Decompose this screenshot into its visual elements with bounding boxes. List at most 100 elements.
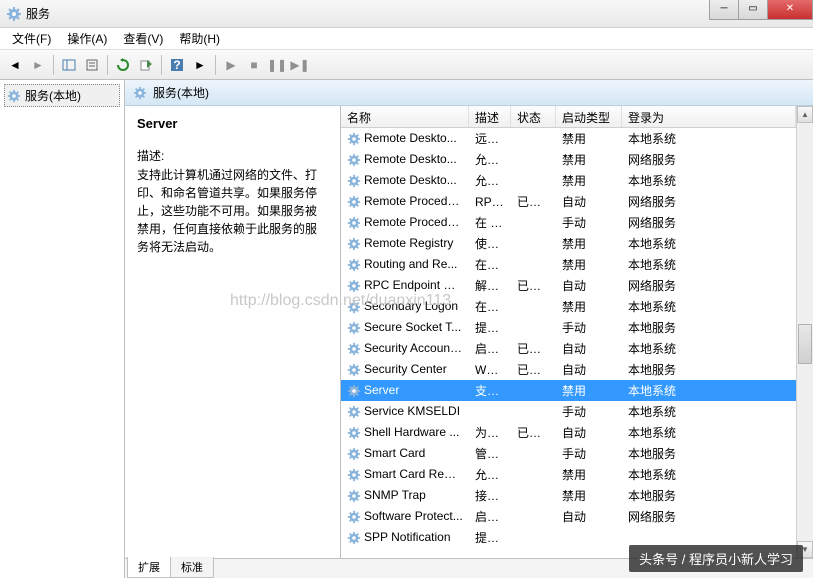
- window-title: 服务: [26, 5, 50, 22]
- menu-bar: 文件(F) 操作(A) 查看(V) 帮助(H): [0, 28, 813, 50]
- service-row[interactable]: Remote Deskto...允许...禁用本地系统: [341, 170, 796, 191]
- gear-icon: [347, 405, 361, 419]
- restart-button[interactable]: ▶❚: [289, 54, 311, 76]
- help-arrow-button[interactable]: ►: [189, 54, 211, 76]
- pause-button[interactable]: ❚❚: [266, 54, 288, 76]
- minimize-button[interactable]: ─: [709, 0, 739, 20]
- gear-icon: [347, 510, 361, 524]
- column-description[interactable]: 描述: [469, 106, 511, 127]
- service-desc: 提供...: [469, 319, 511, 336]
- column-status[interactable]: 状态: [511, 106, 556, 127]
- service-row[interactable]: Remote Deskto...远程...禁用本地系统: [341, 128, 796, 149]
- column-startup[interactable]: 启动类型: [556, 106, 622, 127]
- service-status: 已启动: [511, 424, 556, 441]
- service-name: Security Center: [364, 362, 447, 376]
- service-desc: 允许...: [469, 151, 511, 168]
- title-bar: 服务 ─ ▭ ✕: [0, 0, 813, 28]
- service-logon: 本地系统: [622, 130, 796, 147]
- service-name: Remote Registry: [364, 236, 453, 250]
- service-row[interactable]: Remote Deskto...允许...禁用网络服务: [341, 149, 796, 170]
- gear-icon: [347, 321, 361, 335]
- service-row[interactable]: Security CenterWSC...已启动自动本地服务: [341, 359, 796, 380]
- service-name: SPP Notification: [364, 530, 451, 544]
- tab-extended[interactable]: 扩展: [127, 557, 171, 578]
- service-desc: 管理...: [469, 445, 511, 462]
- gear-icon: [347, 531, 361, 545]
- service-logon: 网络服务: [622, 277, 796, 294]
- service-desc: 使远...: [469, 235, 511, 252]
- service-name: Shell Hardware ...: [364, 425, 459, 439]
- tree-node-services-local[interactable]: 服务(本地): [4, 84, 120, 107]
- scroll-thumb[interactable]: [798, 324, 812, 364]
- gear-icon: [347, 195, 361, 209]
- service-row[interactable]: Service KMSELDI手动本地系统: [341, 401, 796, 422]
- tab-standard[interactable]: 标准: [170, 557, 214, 578]
- service-name: Secondary Logon: [364, 299, 458, 313]
- service-row[interactable]: RPC Endpoint M...解析...已启动自动网络服务: [341, 275, 796, 296]
- gear-icon: [133, 86, 147, 100]
- service-logon: 本地系统: [622, 298, 796, 315]
- play-button[interactable]: ▶: [220, 54, 242, 76]
- service-row[interactable]: Security Account...启动...已启动自动本地系统: [341, 338, 796, 359]
- properties-button[interactable]: [81, 54, 103, 76]
- service-startup: 禁用: [556, 256, 622, 273]
- service-logon: 网络服务: [622, 214, 796, 231]
- column-name[interactable]: 名称: [341, 106, 469, 127]
- service-desc: 支持...: [469, 382, 511, 399]
- service-row[interactable]: Smart Card Rem... 允许... 禁用本地系统: [341, 464, 796, 485]
- gear-icon: [347, 153, 361, 167]
- service-startup: 禁用: [556, 151, 622, 168]
- stop-button[interactable]: ■: [243, 54, 265, 76]
- gear-icon: [347, 300, 361, 314]
- service-startup: 禁用: [556, 130, 622, 147]
- vertical-scrollbar[interactable]: ▲ ▼: [796, 106, 813, 558]
- service-row[interactable]: Remote Procedu...在 W...手动网络服务: [341, 212, 796, 233]
- service-desc: 在局...: [469, 256, 511, 273]
- menu-action[interactable]: 操作(A): [59, 28, 115, 49]
- service-startup: 禁用: [556, 466, 622, 483]
- service-desc: 接收...: [469, 487, 511, 504]
- scroll-up-button[interactable]: ▲: [797, 106, 813, 123]
- export-button[interactable]: [135, 54, 157, 76]
- service-row[interactable]: Routing and Re...在局...禁用本地系统: [341, 254, 796, 275]
- service-name: Remote Procedu...: [364, 215, 464, 229]
- svg-text:?: ?: [173, 58, 180, 72]
- service-status: 已启动: [511, 361, 556, 378]
- service-logon: 网络服务: [622, 508, 796, 525]
- gear-icon: [347, 384, 361, 398]
- service-row[interactable]: Shell Hardware ...为自...已启动自动本地系统: [341, 422, 796, 443]
- detail-pane: Server 描述: 支持此计算机通过网络的文件、打印、和命名管道共享。如果服务…: [125, 106, 340, 558]
- refresh-button[interactable]: [112, 54, 134, 76]
- service-logon: 本地系统: [622, 403, 796, 420]
- service-row[interactable]: Server支持...禁用本地系统: [341, 380, 796, 401]
- service-logon: 本地系统: [622, 466, 796, 483]
- menu-file[interactable]: 文件(F): [4, 28, 59, 49]
- service-name: Service KMSELDI: [364, 404, 460, 418]
- service-logon: 本地系统: [622, 256, 796, 273]
- menu-view[interactable]: 查看(V): [115, 28, 171, 49]
- gear-icon: [347, 216, 361, 230]
- help-button[interactable]: ?: [166, 54, 188, 76]
- service-name: Remote Procedu...: [364, 194, 464, 208]
- service-row[interactable]: Secondary Logon在不...禁用本地系统: [341, 296, 796, 317]
- service-startup: 禁用: [556, 235, 622, 252]
- service-logon: 本地服务: [622, 487, 796, 504]
- app-icon: [6, 6, 22, 22]
- service-row[interactable]: Remote Registry使远...禁用本地系统: [341, 233, 796, 254]
- service-startup: 禁用: [556, 298, 622, 315]
- service-row[interactable]: Smart Card管理...手动本地服务: [341, 443, 796, 464]
- gear-icon: [347, 279, 361, 293]
- show-hide-tree-button[interactable]: [58, 54, 80, 76]
- back-button[interactable]: ◄: [4, 54, 26, 76]
- column-logon[interactable]: 登录为: [622, 106, 796, 127]
- service-name: Smart Card Rem...: [364, 467, 464, 481]
- maximize-button[interactable]: ▭: [738, 0, 768, 20]
- forward-button[interactable]: ►: [27, 54, 49, 76]
- service-row[interactable]: Remote Procedu...RPC...已启动自动网络服务: [341, 191, 796, 212]
- service-row[interactable]: Secure Socket T...提供...手动本地服务: [341, 317, 796, 338]
- menu-help[interactable]: 帮助(H): [171, 28, 228, 49]
- service-row[interactable]: SNMP Trap接收...禁用本地服务: [341, 485, 796, 506]
- close-button[interactable]: ✕: [767, 0, 813, 20]
- service-row[interactable]: Software Protect...启用...自动网络服务: [341, 506, 796, 527]
- service-desc: 允许...: [469, 466, 511, 483]
